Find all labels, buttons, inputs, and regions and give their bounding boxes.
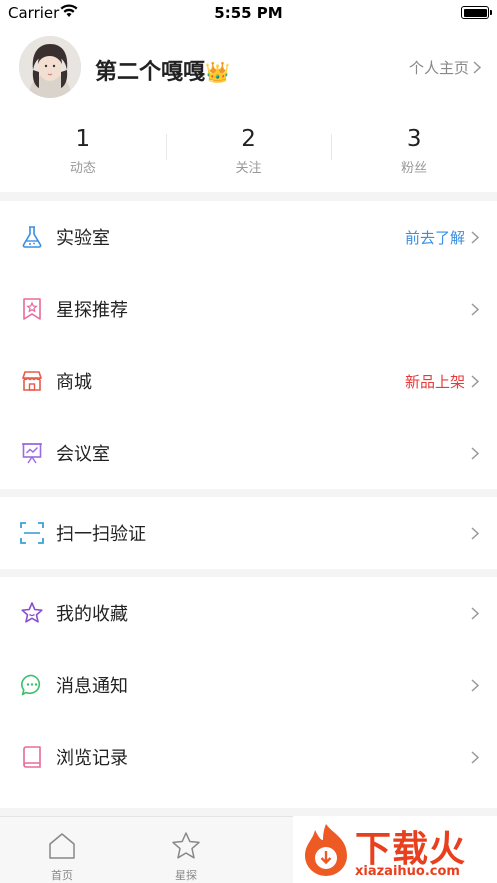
chevron-right-icon [471,750,479,764]
stat-value: 1 [75,126,91,152]
tab-home[interactable]: 首页 [0,817,124,883]
menu-item-scan[interactable]: 扫一扫验证 [0,497,497,569]
battery-icon [461,6,492,19]
menu-item-notifications[interactable]: 消息通知 [0,649,497,721]
chevron-right-icon [471,230,479,244]
menu-item-label: 实验室 [56,228,110,249]
tab-label: 星探 [175,869,197,882]
menu-item-meeting[interactable]: 会议室 [0,417,497,489]
menu-section-personal: 我的收藏 消息通知 浏览记录 [0,577,497,808]
menu-item-history[interactable]: 浏览记录 [0,721,497,793]
menu-section-scan: 扫一扫验证 [0,497,497,569]
menu-item-label: 星探推荐 [56,300,128,321]
chevron-right-icon [471,374,479,388]
stat-label: 粉丝 [401,161,428,176]
menu-item-label: 浏览记录 [56,748,128,769]
tab-scout[interactable]: 星探 [124,817,248,883]
menu-item-label: 商城 [56,372,92,393]
chevron-right-icon [471,302,479,316]
username-text: 第二个嘎嘎 [95,60,206,85]
menu-item-mall[interactable]: 商城 新品上架 [0,345,497,417]
store-icon [19,368,45,394]
homepage-link[interactable]: 个人主页 [409,57,481,78]
menu-item-label: 我的收藏 [56,604,128,625]
stat-value: 3 [406,126,422,152]
menu-item-label: 会议室 [56,444,110,465]
stats-row: 1 动态 2 关注 3 粉丝 [0,124,497,184]
profile-header: 第二个嘎嘎👑 个人主页 1 动态 2 关注 3 粉丝 [0,26,497,192]
clock: 5:55 PM [214,4,283,22]
chat-bubble-icon [19,672,45,698]
stat-value: 2 [241,126,256,152]
stat-following[interactable]: 2 关注 [165,124,332,184]
stat-label: 关注 [235,161,262,176]
avatar[interactable] [19,36,81,98]
flask-icon [19,224,45,250]
chevron-right-icon [471,446,479,460]
chevron-right-icon [471,606,479,620]
stat-label: 动态 [69,161,96,176]
book-icon [19,744,45,770]
scan-icon [19,520,45,546]
stat-posts[interactable]: 1 动态 [0,124,166,184]
tab-label: 首页 [51,869,73,882]
chevron-right-icon [471,678,479,692]
menu-item-label: 消息通知 [56,676,128,697]
presentation-icon [19,440,45,466]
menu-item-lab[interactable]: 实验室 前去了解 [0,201,497,273]
watermark: 下载火 xiazaihuo.com [293,816,497,883]
chevron-right-icon [471,526,479,540]
stat-followers[interactable]: 3 粉丝 [331,124,497,184]
star-bookmark-icon [19,296,45,322]
mall-hint: 新品上架 [404,372,465,391]
home-icon [49,833,75,859]
lab-hint: 前去了解 [404,228,465,247]
chevron-right-icon [473,61,481,74]
menu-section-features: 实验室 前去了解 星探推荐 商城 新品上架 会议室 [0,201,497,489]
watermark-url: xiazaihuo.com [355,864,460,879]
menu-item-favorites[interactable]: 我的收藏 [0,577,497,649]
menu-item-star-recommend[interactable]: 星探推荐 [0,273,497,345]
star-outline-icon [172,832,200,859]
flame-logo-icon [305,824,347,876]
status-bar: Carrier 5:55 PM [0,0,497,26]
username: 第二个嘎嘎👑 [95,54,230,86]
crown-icon: 👑 [205,60,230,84]
star-icon [19,600,45,626]
menu-item-label: 扫一扫验证 [56,524,146,545]
homepage-label: 个人主页 [408,59,469,77]
